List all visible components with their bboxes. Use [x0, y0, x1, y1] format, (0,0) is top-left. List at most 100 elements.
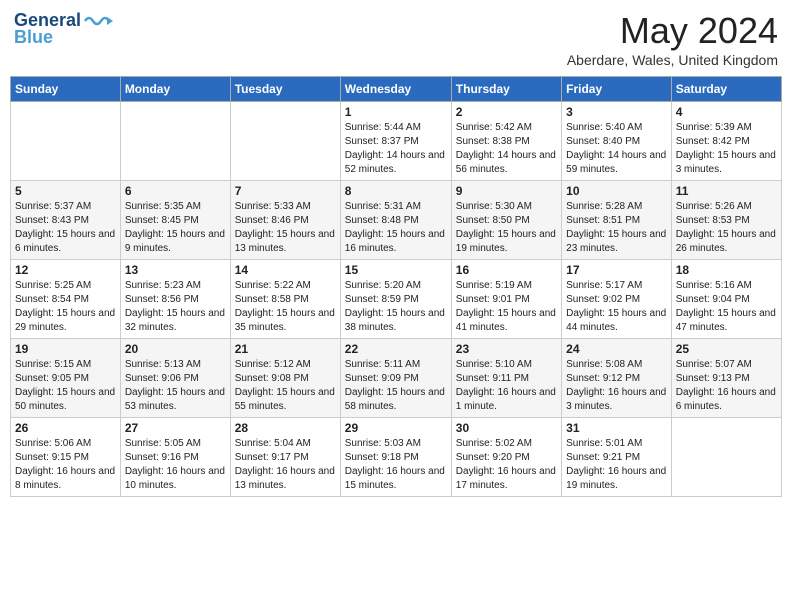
day-info: Sunrise: 5:08 AM Sunset: 9:12 PM Dayligh…: [566, 358, 667, 414]
calendar-cell: 19 Sunrise: 5:15 AM Sunset: 9:05 PM Dayli…: [11, 339, 121, 418]
weekday-header-sunday: Sunday: [11, 77, 121, 102]
calendar-cell: 12 Sunrise: 5:25 AM Sunset: 8:54 PM Dayli…: [11, 260, 121, 339]
day-number: 26: [15, 421, 116, 435]
calendar-cell: 20Sunrise: 5:13 AM Sunset: 9:06 PM Dayli…: [120, 339, 230, 418]
day-number: 16: [456, 263, 557, 277]
day-number: 29: [345, 421, 447, 435]
day-info: Sunrise: 5:06 AM Sunset: 9:15 PM Dayligh…: [15, 437, 116, 493]
day-number: 19: [15, 342, 116, 356]
day-number: 14: [235, 263, 336, 277]
title-area: May 2024 Aberdare, Wales, United Kingdom: [567, 10, 778, 68]
day-number: 18: [676, 263, 777, 277]
calendar-cell: 9 Sunrise: 5:30 AM Sunset: 8:50 PM Daylig…: [451, 181, 561, 260]
day-number: 2: [456, 105, 557, 119]
calendar-cell: [11, 102, 121, 181]
calendar-week-1: 5 Sunrise: 5:37 AM Sunset: 8:43 PM Daylig…: [11, 181, 782, 260]
day-number: 4: [676, 105, 777, 119]
day-info: Sunrise: 5:40 AM Sunset: 8:40 PM Dayligh…: [566, 121, 667, 177]
day-number: 31: [566, 421, 667, 435]
calendar-cell: [671, 418, 781, 497]
day-info: Sunrise: 5:11 AM Sunset: 9:09 PM Dayligh…: [345, 358, 447, 414]
calendar-cell: 18 Sunrise: 5:16 AM Sunset: 9:04 PM Dayli…: [671, 260, 781, 339]
day-info: Sunrise: 5:30 AM Sunset: 8:50 PM Dayligh…: [456, 200, 557, 256]
calendar-cell: 31 Sunrise: 5:01 AM Sunset: 9:21 PM Dayli…: [562, 418, 672, 497]
weekday-header-friday: Friday: [562, 77, 672, 102]
day-info: Sunrise: 5:13 AM Sunset: 9:06 PM Dayligh…: [125, 358, 226, 414]
day-number: 15: [345, 263, 447, 277]
day-number: 8: [345, 184, 447, 198]
calendar-cell: 30 Sunrise: 5:02 AM Sunset: 9:20 PM Dayli…: [451, 418, 561, 497]
calendar-cell: 21Sunrise: 5:12 AM Sunset: 9:08 PM Dayli…: [230, 339, 340, 418]
calendar-week-4: 26 Sunrise: 5:06 AM Sunset: 9:15 PM Dayli…: [11, 418, 782, 497]
calendar-cell: 14 Sunrise: 5:22 AM Sunset: 8:58 PM Dayli…: [230, 260, 340, 339]
day-number: 9: [456, 184, 557, 198]
day-info: Sunrise: 5:42 AM Sunset: 8:38 PM Dayligh…: [456, 121, 557, 177]
weekday-header-thursday: Thursday: [451, 77, 561, 102]
day-info: Sunrise: 5:16 AM Sunset: 9:04 PM Dayligh…: [676, 279, 777, 335]
calendar-week-2: 12 Sunrise: 5:25 AM Sunset: 8:54 PM Dayli…: [11, 260, 782, 339]
day-info: Sunrise: 5:37 AM Sunset: 8:43 PM Dayligh…: [15, 200, 116, 256]
day-number: 25: [676, 342, 777, 356]
day-number: 5: [15, 184, 116, 198]
calendar-cell: 7 Sunrise: 5:33 AM Sunset: 8:46 PM Daylig…: [230, 181, 340, 260]
day-info: Sunrise: 5:28 AM Sunset: 8:51 PM Dayligh…: [566, 200, 667, 256]
calendar-cell: 17Sunrise: 5:17 AM Sunset: 9:02 PM Dayli…: [562, 260, 672, 339]
calendar-cell: 26 Sunrise: 5:06 AM Sunset: 9:15 PM Dayli…: [11, 418, 121, 497]
day-number: 7: [235, 184, 336, 198]
calendar-cell: 27Sunrise: 5:05 AM Sunset: 9:16 PM Dayli…: [120, 418, 230, 497]
day-info: Sunrise: 5:10 AM Sunset: 9:11 PM Dayligh…: [456, 358, 557, 414]
calendar-cell: 28Sunrise: 5:04 AM Sunset: 9:17 PM Dayli…: [230, 418, 340, 497]
day-info: Sunrise: 5:05 AM Sunset: 9:16 PM Dayligh…: [125, 437, 226, 493]
day-info: Sunrise: 5:44 AM Sunset: 8:37 PM Dayligh…: [345, 121, 447, 177]
day-info: Sunrise: 5:23 AM Sunset: 8:56 PM Dayligh…: [125, 279, 226, 335]
calendar-cell: 1 Sunrise: 5:44 AM Sunset: 8:37 PM Daylig…: [340, 102, 451, 181]
day-number: 3: [566, 105, 667, 119]
calendar-cell: 22Sunrise: 5:11 AM Sunset: 9:09 PM Dayli…: [340, 339, 451, 418]
calendar-table: SundayMondayTuesdayWednesdayThursdayFrid…: [10, 76, 782, 497]
day-info: Sunrise: 5:20 AM Sunset: 8:59 PM Dayligh…: [345, 279, 447, 335]
day-info: Sunrise: 5:35 AM Sunset: 8:45 PM Dayligh…: [125, 200, 226, 256]
calendar-cell: 25 Sunrise: 5:07 AM Sunset: 9:13 PM Dayli…: [671, 339, 781, 418]
weekday-header-saturday: Saturday: [671, 77, 781, 102]
day-number: 1: [345, 105, 447, 119]
weekday-header-monday: Monday: [120, 77, 230, 102]
day-info: Sunrise: 5:17 AM Sunset: 9:02 PM Dayligh…: [566, 279, 667, 335]
day-number: 12: [15, 263, 116, 277]
day-number: 28: [235, 421, 336, 435]
day-info: Sunrise: 5:02 AM Sunset: 9:20 PM Dayligh…: [456, 437, 557, 493]
day-info: Sunrise: 5:01 AM Sunset: 9:21 PM Dayligh…: [566, 437, 667, 493]
day-number: 6: [125, 184, 226, 198]
weekday-header-tuesday: Tuesday: [230, 77, 340, 102]
calendar-week-3: 19 Sunrise: 5:15 AM Sunset: 9:05 PM Dayli…: [11, 339, 782, 418]
calendar-cell: 10Sunrise: 5:28 AM Sunset: 8:51 PM Dayli…: [562, 181, 672, 260]
calendar-cell: [230, 102, 340, 181]
day-info: Sunrise: 5:07 AM Sunset: 9:13 PM Dayligh…: [676, 358, 777, 414]
calendar-cell: 5 Sunrise: 5:37 AM Sunset: 8:43 PM Daylig…: [11, 181, 121, 260]
day-number: 11: [676, 184, 777, 198]
calendar-week-0: 1 Sunrise: 5:44 AM Sunset: 8:37 PM Daylig…: [11, 102, 782, 181]
day-info: Sunrise: 5:25 AM Sunset: 8:54 PM Dayligh…: [15, 279, 116, 335]
day-info: Sunrise: 5:15 AM Sunset: 9:05 PM Dayligh…: [15, 358, 116, 414]
calendar-cell: 13 Sunrise: 5:23 AM Sunset: 8:56 PM Dayli…: [120, 260, 230, 339]
calendar-header-row: SundayMondayTuesdayWednesdayThursdayFrid…: [11, 77, 782, 102]
logo-wave-icon: [83, 11, 113, 31]
day-info: Sunrise: 5:31 AM Sunset: 8:48 PM Dayligh…: [345, 200, 447, 256]
calendar-cell: 4Sunrise: 5:39 AM Sunset: 8:42 PM Daylig…: [671, 102, 781, 181]
calendar-cell: 11 Sunrise: 5:26 AM Sunset: 8:53 PM Dayli…: [671, 181, 781, 260]
calendar-cell: 24Sunrise: 5:08 AM Sunset: 9:12 PM Dayli…: [562, 339, 672, 418]
calendar-cell: 8 Sunrise: 5:31 AM Sunset: 8:48 PM Daylig…: [340, 181, 451, 260]
day-info: Sunrise: 5:19 AM Sunset: 9:01 PM Dayligh…: [456, 279, 557, 335]
calendar-body: 1 Sunrise: 5:44 AM Sunset: 8:37 PM Daylig…: [11, 102, 782, 497]
day-number: 21: [235, 342, 336, 356]
calendar-cell: 6 Sunrise: 5:35 AM Sunset: 8:45 PM Daylig…: [120, 181, 230, 260]
day-info: Sunrise: 5:33 AM Sunset: 8:46 PM Dayligh…: [235, 200, 336, 256]
day-number: 30: [456, 421, 557, 435]
calendar-cell: 23 Sunrise: 5:10 AM Sunset: 9:11 PM Dayli…: [451, 339, 561, 418]
calendar-cell: 29Sunrise: 5:03 AM Sunset: 9:18 PM Dayli…: [340, 418, 451, 497]
day-info: Sunrise: 5:22 AM Sunset: 8:58 PM Dayligh…: [235, 279, 336, 335]
calendar-cell: 3 Sunrise: 5:40 AM Sunset: 8:40 PM Daylig…: [562, 102, 672, 181]
month-title: May 2024: [567, 10, 778, 52]
day-number: 13: [125, 263, 226, 277]
day-info: Sunrise: 5:26 AM Sunset: 8:53 PM Dayligh…: [676, 200, 777, 256]
day-number: 23: [456, 342, 557, 356]
